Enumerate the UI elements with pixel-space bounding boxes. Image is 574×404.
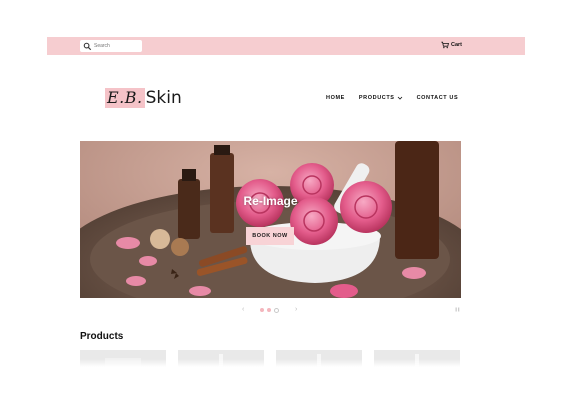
chevron-down-icon: [397, 96, 402, 100]
logo-wordmark: Skin: [145, 88, 182, 108]
nav-home-label: HOME: [326, 95, 345, 101]
cart-icon: [441, 41, 449, 49]
main-nav: HOME PRODUCTS CONTACT US: [326, 95, 458, 101]
page-fade: [47, 359, 525, 367]
slider-dot-2[interactable]: [267, 308, 271, 312]
hero-image: [80, 141, 461, 298]
slider-dot-3[interactable]: [274, 308, 279, 313]
nav-contact[interactable]: CONTACT US: [417, 95, 459, 101]
storefront-page: Cart E.B. Skin HOME PRODUCTS CONTACT US: [47, 37, 525, 367]
announcement-bar: Cart: [47, 37, 525, 55]
search-box[interactable]: [80, 40, 142, 52]
hero-slide: Re-Image BOOK NOW: [80, 141, 461, 298]
cart-link[interactable]: Cart: [441, 41, 462, 49]
slider-controls: ‹ ›: [47, 305, 525, 315]
hero-title: Re-Image: [243, 194, 298, 208]
nav-products-label: PRODUCTS: [358, 95, 395, 101]
chevron-right-icon[interactable]: ›: [295, 305, 297, 315]
brand-logo[interactable]: E.B. Skin: [105, 87, 182, 109]
products-heading: Products: [80, 331, 124, 342]
book-now-button[interactable]: BOOK NOW: [246, 227, 294, 245]
cart-label: Cart: [450, 42, 462, 48]
slider-dot-1[interactable]: [260, 308, 264, 312]
search-input[interactable]: [92, 41, 140, 51]
chevron-left-icon[interactable]: ‹: [242, 305, 244, 315]
nav-products[interactable]: PRODUCTS: [359, 95, 403, 101]
search-icon: [83, 42, 92, 50]
logo-monogram: E.B.: [105, 88, 145, 108]
pause-icon[interactable]: [455, 307, 460, 312]
nav-contact-label: CONTACT US: [416, 95, 459, 101]
nav-home[interactable]: HOME: [326, 95, 345, 101]
